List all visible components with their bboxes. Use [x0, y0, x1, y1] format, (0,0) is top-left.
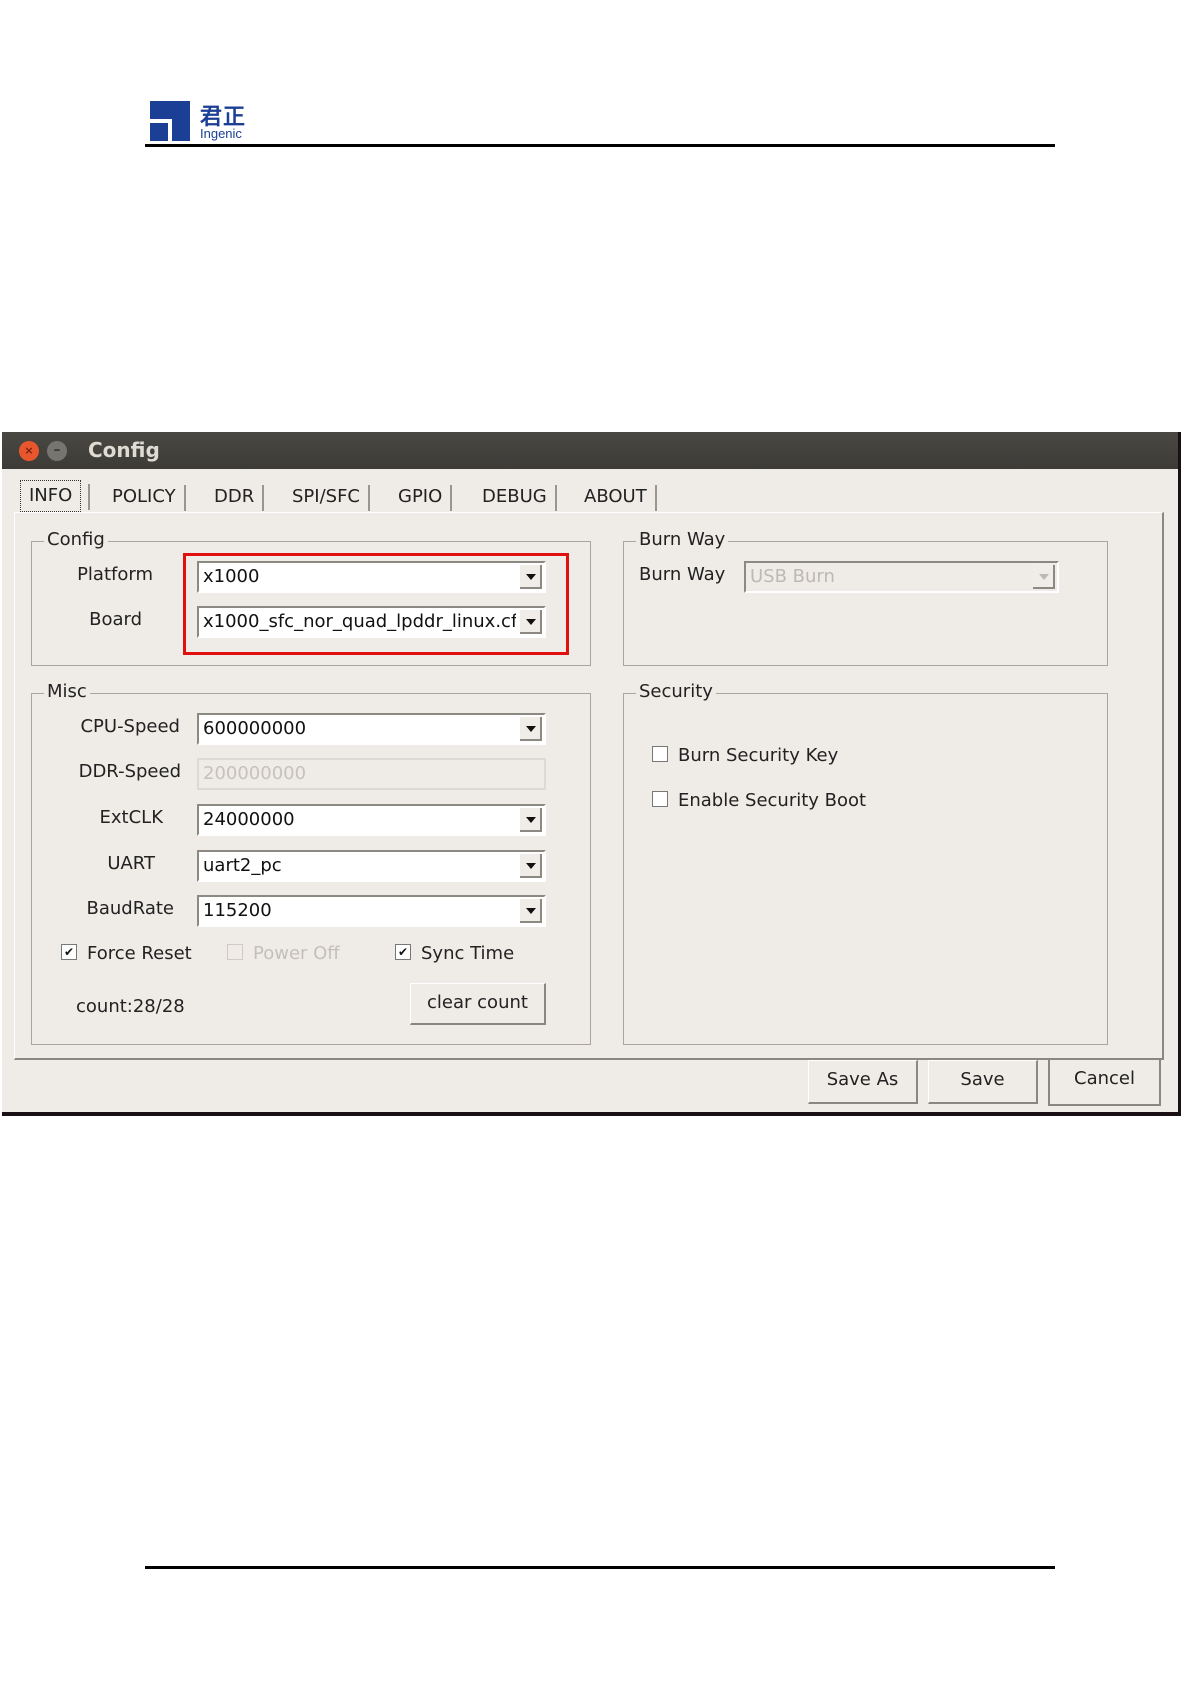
chevron-down-icon [1033, 565, 1055, 589]
board-value: x1000_sfc_nor_quad_lpddr_linux.cfg [203, 611, 516, 632]
tab-separator [654, 485, 657, 511]
tab-separator [450, 485, 453, 511]
burn-way-label: Burn Way [639, 564, 726, 585]
tab-debug[interactable]: DEBUG [482, 482, 557, 512]
config-group-title: Config [44, 529, 108, 550]
chevron-down-icon[interactable] [520, 610, 542, 634]
enable-security-boot-checkbox[interactable]: Enable Security Boot [652, 790, 866, 811]
window-title: Config [88, 438, 160, 462]
minimize-icon[interactable]: – [47, 441, 67, 461]
tab-label: GPIO [398, 486, 443, 507]
tab-label: DEBUG [482, 486, 547, 507]
save-button[interactable]: Save [928, 1060, 1038, 1104]
security-group-title: Security [636, 681, 716, 702]
sync-time-label: Sync Time [421, 943, 515, 964]
count-text: count:28/28 [76, 996, 185, 1017]
cancel-button[interactable]: Cancel [1048, 1058, 1161, 1106]
board-label: Board [89, 609, 142, 630]
baudrate-value: 115200 [203, 900, 272, 921]
tab-gpio[interactable]: GPIO [398, 482, 453, 512]
chevron-down-icon[interactable] [520, 854, 542, 878]
board-select[interactable]: x1000_sfc_nor_quad_lpddr_linux.cfg [197, 606, 546, 638]
check-icon[interactable]: ✔ [395, 944, 411, 960]
extclk-label: ExtCLK [99, 807, 163, 828]
tab-spi-sfc[interactable]: SPI/SFC [292, 482, 371, 512]
power-off-label: Power Off [253, 943, 340, 964]
chevron-down-icon[interactable] [520, 808, 542, 832]
burn-security-key-label: Burn Security Key [678, 745, 839, 766]
clear-count-button[interactable]: clear count [410, 983, 546, 1025]
uart-label: UART [107, 853, 155, 874]
tab-about[interactable]: ABOUT [584, 482, 657, 512]
burn-way-group: Burn Way [623, 529, 1108, 666]
baudrate-select[interactable]: 115200 [197, 895, 546, 927]
tab-separator [368, 485, 371, 511]
logo-english-text: Ingenic [200, 126, 242, 141]
enable-security-boot-label: Enable Security Boot [678, 790, 867, 811]
burn-way-select: USB Burn [744, 561, 1059, 593]
cpu-speed-value: 600000000 [203, 718, 307, 739]
burn-way-group-title: Burn Way [636, 529, 729, 550]
chevron-down-icon[interactable] [520, 717, 542, 741]
force-reset-label: Force Reset [87, 943, 192, 964]
tab-separator [262, 485, 265, 511]
tab-info[interactable]: INFO [20, 480, 91, 512]
extclk-value: 24000000 [203, 809, 295, 830]
tab-separator [183, 485, 186, 511]
save-as-button[interactable]: Save As [808, 1060, 918, 1104]
ddr-speed-label: DDR-Speed [78, 761, 181, 782]
platform-select[interactable]: x1000 [197, 561, 546, 593]
uart-select[interactable]: uart2_pc [197, 850, 546, 882]
tab-label: SPI/SFC [292, 486, 361, 507]
misc-group-title: Misc [44, 681, 90, 702]
platform-value: x1000 [203, 566, 260, 587]
chevron-down-icon[interactable] [520, 899, 542, 923]
footer-rule [145, 1566, 1055, 1569]
platform-label: Platform [77, 564, 153, 585]
checkbox-box[interactable] [652, 746, 668, 762]
tab-label: INFO [29, 485, 73, 506]
sync-time-checkbox[interactable]: ✔ Sync Time [395, 943, 514, 964]
burn-security-key-checkbox[interactable]: Burn Security Key [652, 745, 838, 766]
power-off-checkbox: Power Off [227, 943, 340, 964]
tab-label: ABOUT [584, 486, 647, 507]
ddr-speed-field: 200000000 [197, 758, 546, 790]
tab-separator [554, 485, 557, 511]
ingenic-logo-mark [150, 101, 190, 141]
extclk-select[interactable]: 24000000 [197, 804, 546, 836]
check-icon[interactable]: ✔ [61, 944, 77, 960]
checkbox-box [227, 944, 243, 960]
tab-separator [88, 484, 91, 510]
uart-value: uart2_pc [203, 855, 282, 876]
cpu-speed-label: CPU-Speed [80, 716, 180, 737]
checkbox-box[interactable] [652, 791, 668, 807]
burn-way-value: USB Burn [750, 566, 835, 587]
tab-label: DDR [214, 486, 255, 507]
ddr-speed-value: 200000000 [203, 763, 307, 784]
tab-policy[interactable]: POLICY [112, 482, 186, 512]
baudrate-label: BaudRate [86, 898, 175, 919]
tab-label: POLICY [112, 486, 176, 507]
header-rule [145, 144, 1055, 147]
config-group: Config [31, 529, 591, 666]
force-reset-checkbox[interactable]: ✔ Force Reset [61, 943, 192, 964]
cpu-speed-select[interactable]: 600000000 [197, 713, 546, 745]
tab-ddr[interactable]: DDR [214, 482, 265, 512]
title-bar[interactable]: × – Config [2, 432, 1178, 469]
close-icon[interactable]: × [19, 441, 39, 461]
chevron-down-icon[interactable] [520, 565, 542, 589]
